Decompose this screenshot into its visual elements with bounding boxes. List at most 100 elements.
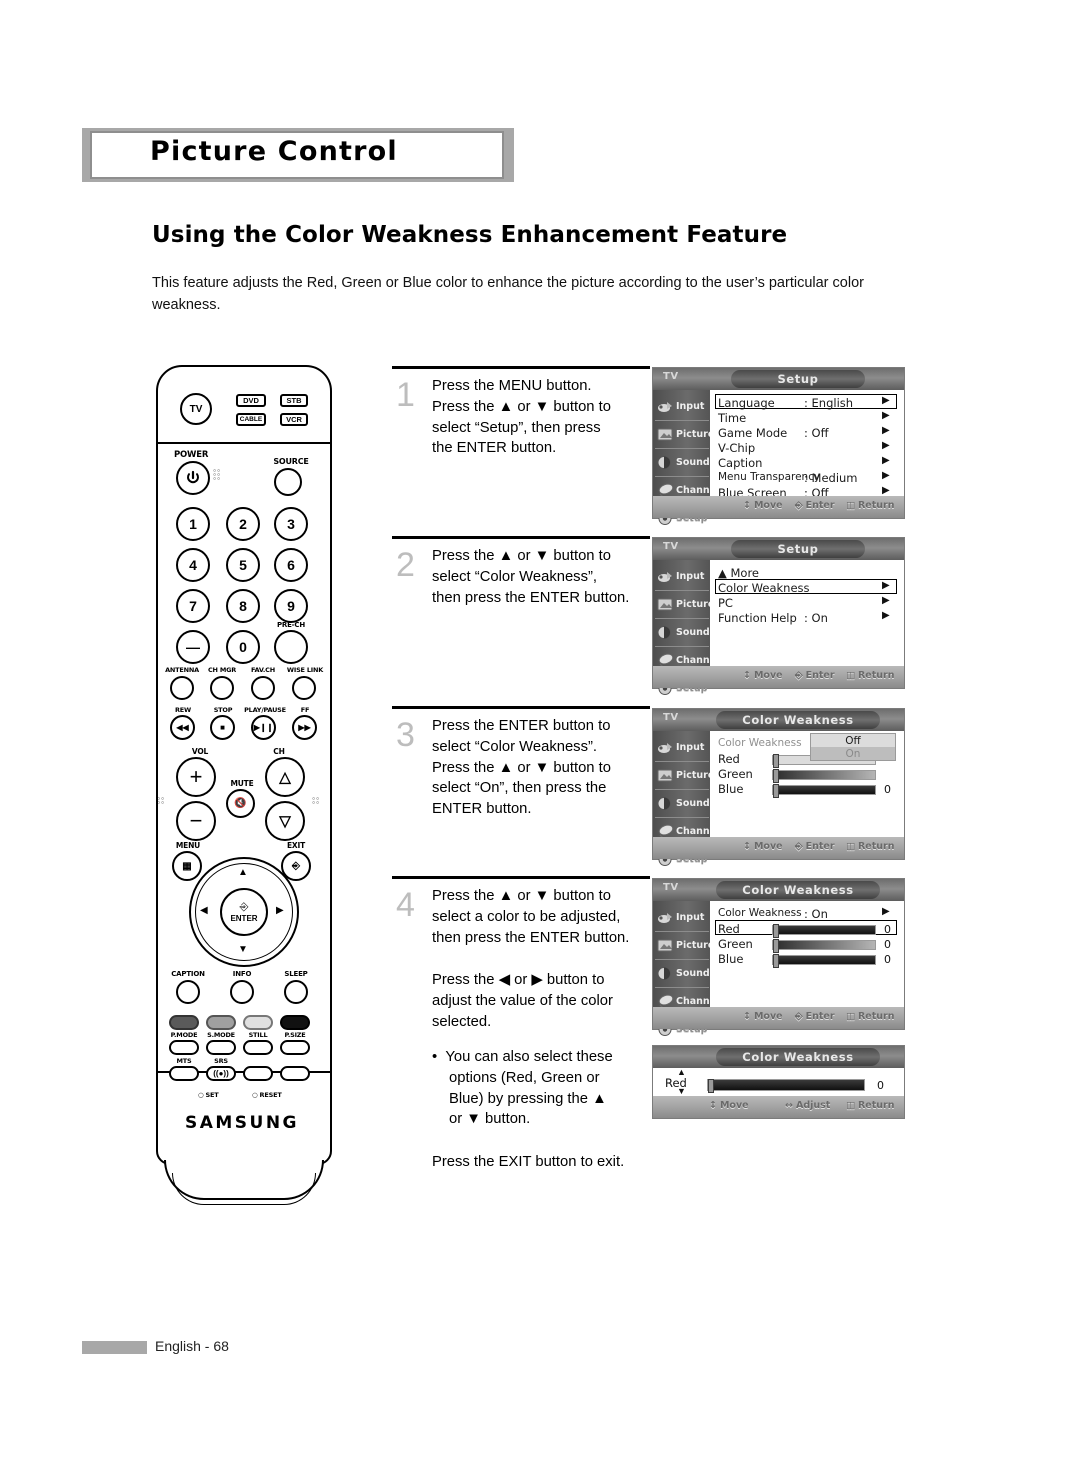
osd-1-row-time-label[interactable]: Time <box>718 411 746 425</box>
osd-5-slider-red-knob[interactable] <box>708 1079 714 1093</box>
remote-chmgr-button[interactable] <box>210 676 234 700</box>
osd-4-row-blue-label[interactable]: Blue <box>718 952 743 966</box>
osd-4-row-colorweakness-label[interactable]: Color Weakness <box>718 907 802 919</box>
sidebar-item-input-3[interactable]: Input <box>655 734 709 761</box>
remote-number-3[interactable]: 3 <box>274 507 308 541</box>
osd-2-row-colorweakness-label[interactable]: Color Weakness <box>718 581 810 595</box>
osd-4-row-green-label[interactable]: Green <box>718 937 753 951</box>
remote-number-9[interactable]: 9 <box>274 589 308 623</box>
remote-antenna-button[interactable] <box>170 676 194 700</box>
remote-color-key-red[interactable] <box>169 1015 199 1030</box>
remote-still-button[interactable] <box>243 1040 273 1055</box>
remote-dvd-button[interactable]: DVD <box>236 394 266 407</box>
osd-4-slider-red-knob[interactable] <box>773 924 779 938</box>
osd-2-row-pc-label[interactable]: PC <box>718 596 733 610</box>
remote-nav-left-icon[interactable]: ◀ <box>200 906 208 916</box>
remote-number-7[interactable]: 7 <box>176 589 210 623</box>
osd-3-row-green-label[interactable]: Green <box>718 767 753 781</box>
remote-info-button[interactable] <box>230 980 254 1004</box>
remote-stb-button[interactable]: STB <box>280 394 308 407</box>
remote-blank-button-2[interactable] <box>280 1066 310 1081</box>
remote-tv-button[interactable]: TV <box>180 393 212 425</box>
osd-4-slider-green-knob[interactable] <box>773 939 779 953</box>
osd-4-slider-red[interactable] <box>772 924 876 938</box>
remote-nav-up-icon[interactable]: ▲ <box>238 868 248 878</box>
remote-color-key-blue[interactable] <box>280 1015 310 1030</box>
remote-psize-button[interactable] <box>280 1040 310 1055</box>
osd-5-slider-red[interactable] <box>707 1079 865 1093</box>
osd-1-row-vchip-label[interactable]: V-Chip <box>718 441 755 455</box>
remote-blank-button-1[interactable] <box>243 1066 273 1081</box>
remote-vcr-button[interactable]: VCR <box>280 413 308 426</box>
remote-pmode-button[interactable] <box>169 1040 199 1055</box>
sidebar-item-input-4[interactable]: Input <box>655 904 709 931</box>
remote-mts-button[interactable] <box>169 1066 199 1081</box>
sidebar-item-sound-3[interactable]: Sound <box>655 790 710 817</box>
remote-wiselink-button[interactable] <box>292 676 316 700</box>
sidebar-item-input-1[interactable]: Input <box>655 393 709 420</box>
remote-caption-button[interactable] <box>176 980 200 1004</box>
remote-rew-button[interactable]: ◀◀ <box>170 715 195 740</box>
remote-sleep-button[interactable] <box>284 980 308 1004</box>
sidebar-item-sound-1[interactable]: Sound <box>655 449 710 476</box>
remote-channel-up-button[interactable]: △ <box>265 757 305 797</box>
osd-3-slider-green[interactable] <box>772 769 876 783</box>
osd-3-dropdown-option-on[interactable]: On <box>811 747 895 760</box>
osd-3-row-colorweakness-label[interactable]: Color Weakness <box>718 737 802 749</box>
osd-1-row-language-label[interactable]: Language <box>718 396 775 410</box>
osd-3-slider-blue[interactable] <box>772 784 876 798</box>
remote-source-button[interactable] <box>274 468 302 496</box>
osd-4-slider-green[interactable] <box>772 939 876 953</box>
remote-srs-button[interactable]: ((●)) <box>206 1066 236 1081</box>
remote-number-8[interactable]: 8 <box>226 589 260 623</box>
remote-number-6[interactable]: 6 <box>274 548 308 582</box>
remote-stop-button[interactable]: ■ <box>210 715 235 740</box>
osd-4-slider-blue-knob[interactable] <box>773 954 779 968</box>
sidebar-item-input-2[interactable]: Input <box>655 563 709 590</box>
remote-cable-button[interactable]: CABLE <box>236 413 266 426</box>
sidebar-item-sound-4[interactable]: Sound <box>655 960 710 987</box>
osd-3-slider-red-knob[interactable] <box>773 754 779 768</box>
osd-2-row-functionhelp-arrow-icon: ▶ <box>882 610 890 621</box>
remote-nav-right-icon[interactable]: ▶ <box>276 906 284 916</box>
remote-dash-button[interactable]: — <box>176 630 210 664</box>
remote-mute-button[interactable]: 🔇 <box>226 789 255 818</box>
osd-5-down-arrow-icon[interactable]: ▼ <box>677 1086 686 1096</box>
remote-ff-button[interactable]: ▶▶ <box>292 715 317 740</box>
osd-3-row-blue-label[interactable]: Blue <box>718 782 743 796</box>
sidebar-item-sound-2[interactable]: Sound <box>655 619 710 646</box>
remote-number-1[interactable]: 1 <box>176 507 210 541</box>
remote-color-key-yellow[interactable] <box>243 1015 273 1030</box>
remote-favch-button[interactable] <box>251 676 275 700</box>
osd-3-row-red-label[interactable]: Red <box>718 752 740 766</box>
osd-2-row-more-label[interactable]: ▲ More <box>718 566 759 580</box>
osd-3-slider-blue-knob[interactable] <box>773 784 779 798</box>
sidebar-item-picture-1[interactable]: Picture <box>655 421 714 448</box>
osd-4-slider-blue[interactable] <box>772 954 876 968</box>
remote-volume-down-button[interactable]: − <box>176 801 216 841</box>
sidebar-item-picture-2[interactable]: Picture <box>655 591 714 618</box>
remote-channel-down-button[interactable]: ▽ <box>265 801 305 841</box>
sidebar-item-picture-4[interactable]: Picture <box>655 932 714 959</box>
osd-2-row-functionhelp-label[interactable]: Function Help <box>718 611 797 625</box>
remote-enter-button[interactable]: ⎆ ENTER <box>220 888 268 936</box>
remote-prech-button[interactable] <box>274 630 308 664</box>
osd-1-row-gamemode-label[interactable]: Game Mode <box>718 426 787 440</box>
remote-number-5[interactable]: 5 <box>226 548 260 582</box>
remote-number-2[interactable]: 2 <box>226 507 260 541</box>
sidebar-item-picture-3[interactable]: Picture <box>655 762 714 789</box>
osd-3-dropdown[interactable]: Off On <box>810 733 896 761</box>
remote-menu-button[interactable]: ▦ <box>172 851 202 881</box>
remote-nav-down-icon[interactable]: ▼ <box>238 945 248 955</box>
remote-color-key-green[interactable] <box>206 1015 236 1030</box>
osd-3-dropdown-option-off[interactable]: Off <box>811 734 895 747</box>
remote-playpause-button[interactable]: ▶❙❙ <box>251 715 276 740</box>
remote-power-button[interactable] <box>176 461 210 495</box>
osd-1-row-caption-label[interactable]: Caption <box>718 456 762 470</box>
remote-volume-up-button[interactable]: + <box>176 757 216 797</box>
osd-4-row-red-label[interactable]: Red <box>718 922 740 936</box>
osd-3-slider-green-knob[interactable] <box>773 769 779 783</box>
remote-number-0[interactable]: 0 <box>226 630 260 664</box>
remote-number-4[interactable]: 4 <box>176 548 210 582</box>
remote-smode-button[interactable] <box>206 1040 236 1055</box>
